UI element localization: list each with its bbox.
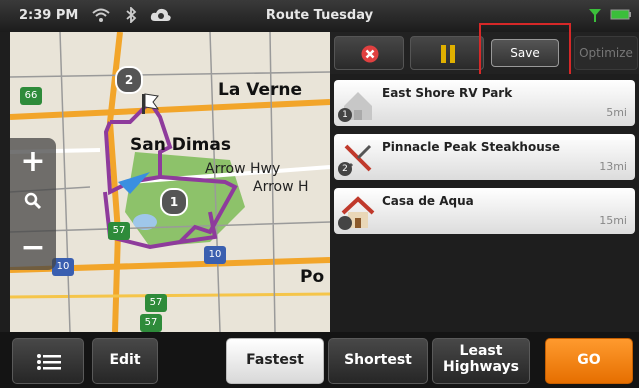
shield-10: 10 bbox=[204, 246, 226, 264]
go-button-label: GO bbox=[577, 352, 601, 368]
stop-distance: 15mi bbox=[599, 214, 627, 227]
edit-button-label: Edit bbox=[109, 352, 141, 368]
map-label-arrow-hwy: Arrow Hwy bbox=[205, 161, 281, 177]
save-highlight-box bbox=[479, 23, 571, 79]
optimize-button[interactable]: Optimize bbox=[574, 36, 638, 70]
search-icon[interactable] bbox=[10, 192, 56, 214]
stop-number-badge: 2 bbox=[338, 162, 352, 176]
stop-list-item[interactable]: 2 Pinnacle Peak Steakhouse 13mi bbox=[334, 134, 635, 180]
zoom-out-icon[interactable]: − bbox=[10, 230, 56, 265]
fastest-button[interactable]: Fastest bbox=[226, 338, 324, 384]
optimize-button-label: Optimize bbox=[579, 46, 633, 60]
signal-icon bbox=[588, 7, 602, 27]
pause-icon bbox=[441, 45, 455, 63]
map-label-po: Po bbox=[300, 267, 325, 287]
fastest-button-label: Fastest bbox=[246, 352, 304, 368]
menu-button[interactable] bbox=[12, 338, 84, 384]
zoom-in-icon[interactable]: + bbox=[10, 144, 56, 179]
pause-button[interactable] bbox=[410, 36, 484, 70]
shortest-button[interactable]: Shortest bbox=[328, 338, 428, 384]
shield-57: 57 bbox=[140, 314, 162, 332]
stop-name: East Shore RV Park bbox=[382, 86, 513, 100]
route-toolbar: Save Optimize bbox=[330, 23, 639, 79]
stop-name: Casa de Aqua bbox=[382, 194, 474, 208]
stop-list-item[interactable]: 1 East Shore RV Park 5mi bbox=[334, 80, 635, 126]
map-label-la-verne: La Verne bbox=[218, 80, 302, 100]
stop-marker-2[interactable]: 2 bbox=[115, 66, 143, 94]
least-highways-label-1: Least bbox=[459, 343, 503, 359]
shield-57: 57 bbox=[108, 222, 130, 240]
least-highways-label-2: Highways bbox=[443, 359, 519, 375]
battery-icon bbox=[610, 7, 632, 25]
stop-name: Pinnacle Peak Steakhouse bbox=[382, 140, 561, 154]
map-label-san-dimas: San Dimas bbox=[130, 135, 231, 155]
shield-66: 66 bbox=[20, 87, 42, 105]
list-icon bbox=[37, 354, 61, 370]
stop-distance: 5mi bbox=[606, 106, 627, 119]
least-highways-button[interactable]: Least Highways bbox=[432, 338, 530, 384]
shortest-button-label: Shortest bbox=[344, 352, 412, 368]
zoom-controls: + − bbox=[10, 138, 56, 270]
route-title: Route Tuesday bbox=[265, 8, 374, 23]
go-button[interactable]: GO bbox=[545, 338, 633, 384]
bottom-bar: Edit Fastest Shortest Least Highways GO bbox=[0, 332, 639, 388]
delete-button[interactable] bbox=[334, 36, 404, 70]
route-map[interactable]: 66 57 57 57 10 10 La Verne San Dimas Arr… bbox=[10, 32, 330, 332]
stop-flag-badge bbox=[338, 216, 352, 230]
edit-button[interactable]: Edit bbox=[92, 338, 158, 384]
close-icon bbox=[361, 45, 379, 63]
stop-list: 1 East Shore RV Park 5mi 2 Pinnacle Peak… bbox=[330, 74, 639, 332]
stop-number-badge: 1 bbox=[338, 108, 352, 122]
stop-list-item[interactable]: Casa de Aqua 15mi bbox=[334, 188, 635, 234]
stop-distance: 13mi bbox=[599, 160, 627, 173]
stop-marker-1[interactable]: 1 bbox=[160, 188, 188, 216]
shield-57: 57 bbox=[145, 294, 167, 312]
map-label-arrow-hwy-2: Arrow H bbox=[253, 179, 309, 195]
